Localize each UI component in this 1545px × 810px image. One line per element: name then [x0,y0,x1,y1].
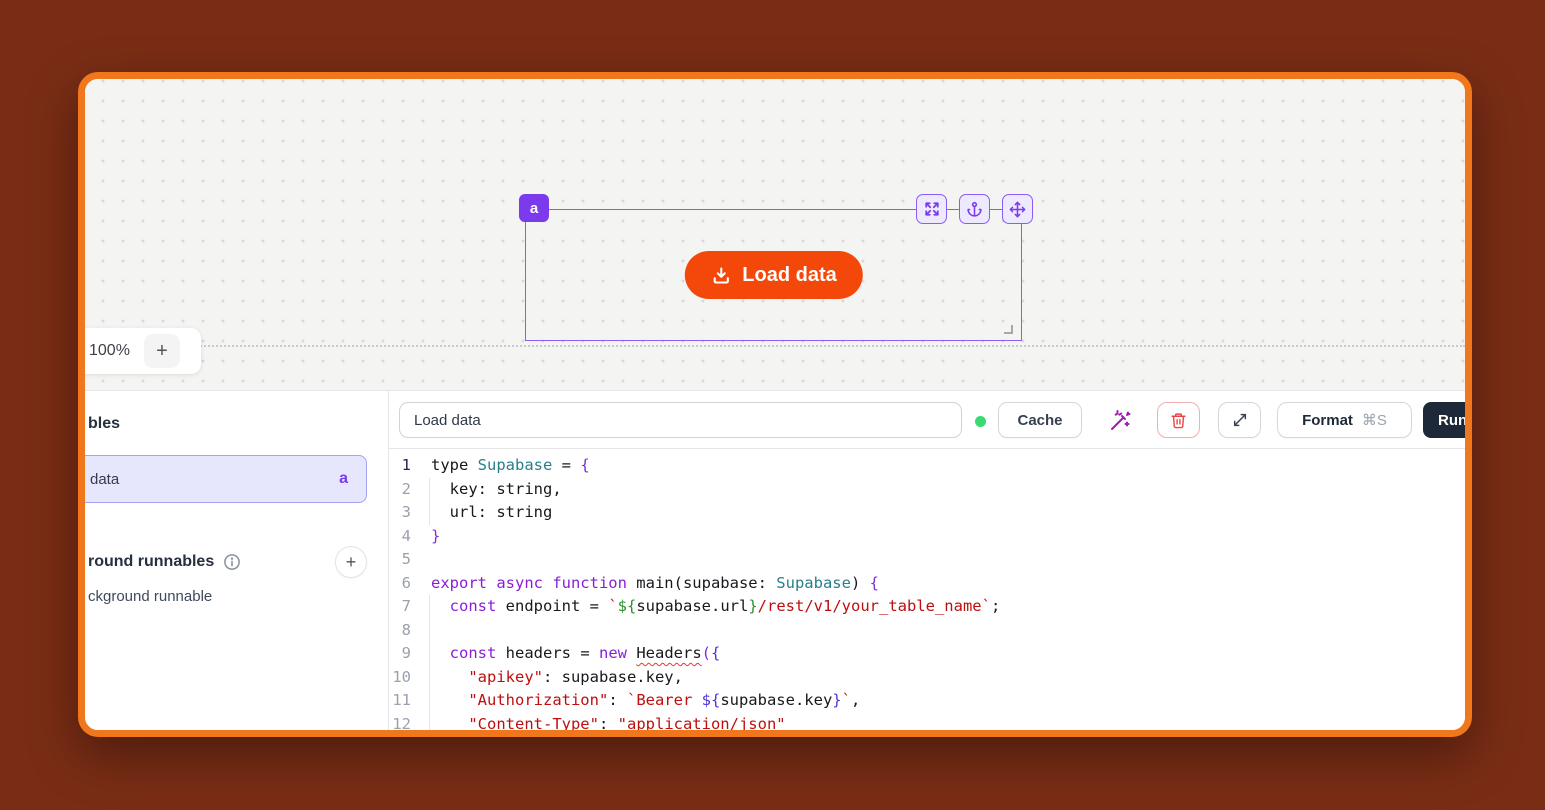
selected-component[interactable]: a [525,209,1022,341]
code-line-content: "Authorization": `Bearer ${supabase.key}… [411,689,1465,713]
info-icon[interactable] [223,553,241,571]
resize-handle[interactable] [1004,325,1013,334]
line-number: 12 [389,713,411,731]
component-id-badge: a [519,194,549,222]
window-content: 100% + a [85,79,1465,730]
runnables-sidebar: bles data a round runnables + ckground r… [85,391,389,730]
background-runnables-empty-text: ckground runnable [88,588,212,605]
line-number: 7 [389,595,411,619]
zoom-in-button[interactable]: + [144,334,180,368]
line-number: 9 [389,642,411,666]
code-line[interactable]: 10 "apikey": supabase.key, [389,666,1465,690]
app-canvas[interactable]: 100% + a [85,79,1465,390]
bottom-panel: bles data a round runnables + ckground r… [85,390,1465,730]
run-button[interactable]: Run [1423,402,1465,438]
move-component-button[interactable] [1002,194,1033,224]
code-line[interactable]: 11 "Authorization": `Bearer ${supabase.k… [389,689,1465,713]
line-number: 2 [389,478,411,502]
code-line[interactable]: 9 const headers = new Headers({ [389,642,1465,666]
format-button[interactable]: Format ⌘S [1277,402,1412,438]
magic-wand-icon [1108,409,1132,433]
code-editor[interactable]: 1type Supabase = {2 key: string,3 url: s… [389,449,1465,730]
app-background: { "colors": { "frame_orange": "#F1771C",… [0,0,1545,810]
code-line-content: const endpoint = `${supabase.url}/rest/v… [411,595,1465,619]
download-icon [710,265,731,286]
delete-button[interactable] [1157,402,1200,438]
move-icon [1009,201,1026,218]
code-line[interactable]: 8 [389,619,1465,643]
runnable-name-input[interactable] [399,402,962,438]
code-line[interactable]: 3 url: string [389,501,1465,525]
anchor-icon [966,201,983,218]
code-line-content: export async function main(supabase: Sup… [411,572,1465,596]
code-line[interactable]: 1type Supabase = { [389,454,1465,478]
format-button-label: Format [1302,412,1353,429]
code-line-content: type Supabase = { [411,454,1465,478]
expand-editor-button[interactable] [1218,402,1261,438]
cache-button[interactable]: Cache [998,402,1082,438]
zoom-control: 100% + [85,328,201,374]
zoom-level: 100% [89,342,130,360]
code-line-content: url: string [411,501,1465,525]
code-line-content: } [411,525,1465,549]
code-line-content [411,548,1465,572]
line-number: 5 [389,548,411,572]
code-line-content: const headers = new Headers({ [411,642,1465,666]
line-number: 10 [389,666,411,690]
format-shortcut: ⌘S [1362,411,1387,429]
code-line[interactable]: 7 const endpoint = `${supabase.url}/rest… [389,595,1465,619]
code-line[interactable]: 6export async function main(supabase: Su… [389,572,1465,596]
code-line[interactable]: 4} [389,525,1465,549]
code-line-content: "apikey": supabase.key, [411,666,1465,690]
line-number: 1 [389,454,411,478]
line-number: 3 [389,501,411,525]
app-window: 100% + a [78,72,1472,737]
background-runnables-section: round runnables [88,553,241,571]
code-line[interactable]: 2 key: string, [389,478,1465,502]
status-dot [975,416,986,427]
diagonal-expand-icon [1232,412,1248,428]
anchor-component-button[interactable] [959,194,990,224]
background-runnables-label: round runnables [88,553,214,571]
expand-component-button[interactable] [916,194,947,224]
load-data-button-label: Load data [742,264,836,287]
code-line[interactable]: 5 [389,548,1465,572]
trash-icon [1170,412,1187,429]
expand-arrows-icon [924,201,940,217]
code-line[interactable]: 12 "Content-Type": "application/json" [389,713,1465,731]
runnable-item-label: data [90,471,119,488]
runnable-item-badge: a [339,470,348,488]
line-number: 8 [389,619,411,643]
runnable-item-selected[interactable]: data a [85,455,367,503]
code-line-content: "Content-Type": "application/json" [411,713,1465,731]
add-background-runnable-button[interactable]: + [335,546,367,578]
component-handles [916,194,1033,224]
code-editor-panel: Cache [389,391,1465,730]
line-number: 11 [389,689,411,713]
runnables-header: bles [88,415,120,433]
code-line-content [411,619,1465,643]
load-data-button[interactable]: Load data [684,251,862,299]
line-number: 6 [389,572,411,596]
code-line-content: key: string, [411,478,1465,502]
editor-toolbar: Cache [389,391,1465,449]
ai-assist-button[interactable] [1106,407,1133,434]
line-number: 4 [389,525,411,549]
canvas-page-boundary [85,345,1465,347]
